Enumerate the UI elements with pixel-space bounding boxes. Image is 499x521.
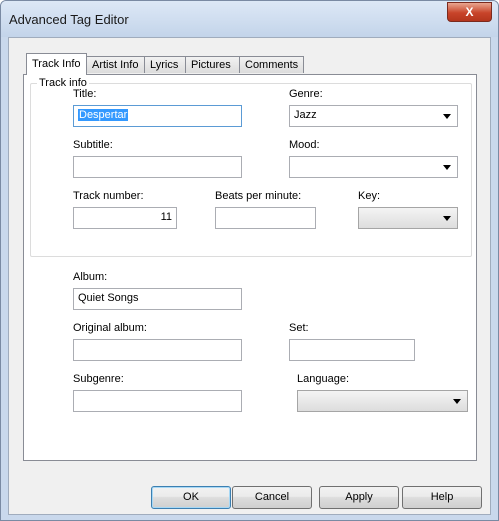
apply-button[interactable]: Apply	[319, 486, 399, 509]
chevron-down-icon	[453, 399, 461, 404]
help-button[interactable]: Help	[402, 486, 482, 509]
cancel-button[interactable]: Cancel	[232, 486, 312, 509]
subtitle-input[interactable]	[73, 156, 242, 178]
set-label: Set:	[289, 322, 309, 334]
tab-artist-info[interactable]: Artist Info	[86, 56, 145, 73]
track-number-input[interactable]: 11	[73, 207, 177, 229]
dialog-body: Track Info Artist Info Lyrics Pictures C…	[8, 37, 491, 515]
ok-button[interactable]: OK	[151, 486, 231, 509]
original-album-label: Original album:	[73, 322, 147, 334]
tab-comments[interactable]: Comments	[239, 56, 304, 73]
close-button[interactable]: X	[447, 2, 492, 22]
window-title: Advanced Tag Editor	[9, 12, 129, 27]
tab-lyrics[interactable]: Lyrics	[144, 56, 186, 73]
subgenre-input[interactable]	[73, 390, 242, 412]
language-label: Language:	[297, 373, 349, 385]
mood-dropdown[interactable]	[289, 156, 458, 178]
chevron-down-icon	[443, 114, 451, 119]
original-album-input[interactable]	[73, 339, 242, 361]
language-dropdown[interactable]	[297, 390, 468, 412]
track-info-panel: Track info Title: Despertar Genre: Jazz …	[23, 74, 477, 461]
close-icon: X	[465, 5, 474, 19]
genre-dropdown[interactable]: Jazz	[289, 105, 458, 127]
tab-pictures[interactable]: Pictures	[185, 56, 240, 73]
album-input[interactable]: Quiet Songs	[73, 288, 242, 310]
chevron-down-icon	[443, 216, 451, 221]
tab-track-info[interactable]: Track Info	[26, 53, 87, 75]
set-input[interactable]	[289, 339, 415, 361]
album-label: Album:	[73, 271, 108, 283]
bpm-input[interactable]	[215, 207, 316, 229]
dialog-window: Advanced Tag Editor X Track Info Artist …	[0, 0, 499, 521]
title-bar: Advanced Tag Editor X	[1, 1, 498, 37]
title-label: Title:	[73, 88, 97, 100]
genre-label: Genre:	[289, 88, 323, 100]
key-label: Key:	[358, 190, 381, 202]
mood-label: Mood:	[289, 139, 320, 151]
subtitle-label: Subtitle:	[73, 139, 113, 151]
title-input[interactable]: Despertar	[73, 105, 242, 127]
track-number-label: Track number:	[73, 190, 144, 202]
chevron-down-icon	[443, 165, 451, 170]
bpm-label: Beats per minute:	[215, 190, 302, 202]
key-dropdown[interactable]	[358, 207, 458, 229]
subgenre-label: Subgenre:	[73, 373, 124, 385]
